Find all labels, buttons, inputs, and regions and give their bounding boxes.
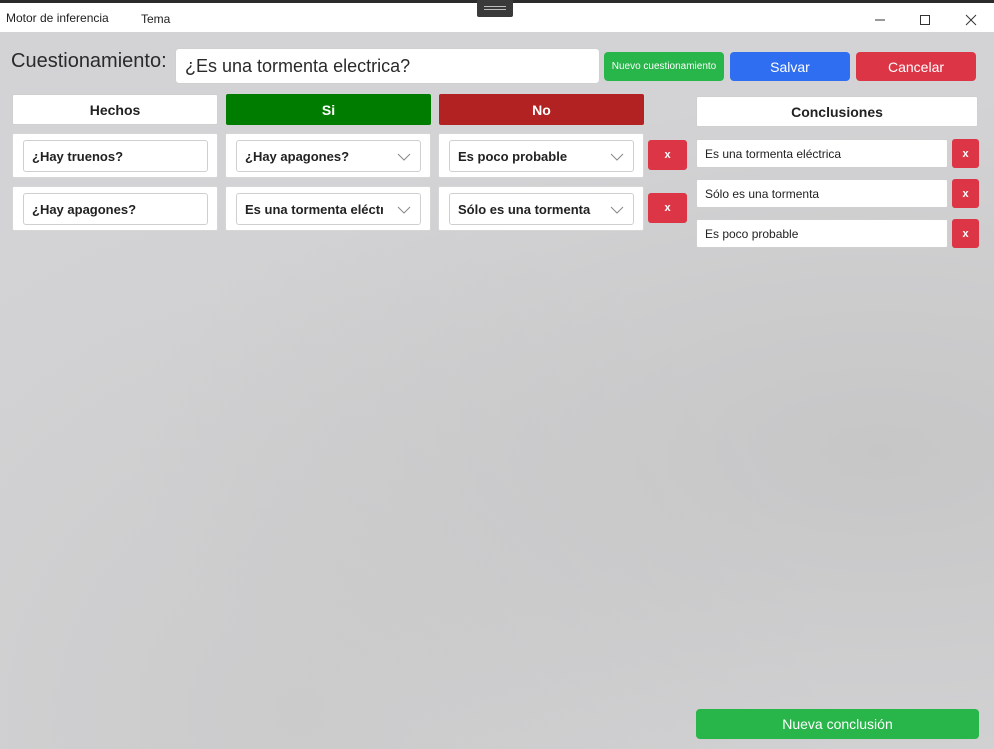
maximize-icon [920,15,930,25]
remove-conclusion-button[interactable]: x [952,139,979,168]
hecho-input[interactable]: ¿Hay truenos? [23,140,208,172]
cancel-button[interactable]: Cancelar [856,52,976,81]
si-select[interactable]: Es una tormenta eléctrica [236,193,421,225]
chevron-down-icon [610,206,624,214]
title-bar: Motor de inferencia Tema [0,0,994,32]
save-button[interactable]: Salvar [730,52,850,81]
rule-row-1-hecho-cell: ¿Hay truenos? [12,133,218,178]
question-input[interactable] [175,48,600,84]
hecho-text: ¿Hay apagones? [32,201,137,217]
remove-conclusion-button[interactable]: x [952,219,979,248]
conclusion-input[interactable]: Sólo es una tormenta [696,179,948,208]
new-question-button[interactable]: Nuevo cuestionamiento [604,52,724,81]
rule-row-1-si-cell: ¿Hay apagones? [225,133,431,178]
rule-row-2-si-cell: Es una tormenta eléctrica [225,186,431,231]
close-icon [965,14,977,26]
chevron-down-icon [610,153,624,161]
hecho-text: ¿Hay truenos? [32,148,124,164]
remove-conclusion-button[interactable]: x [952,179,979,208]
chevron-down-icon [397,206,411,214]
chevron-down-icon [397,153,411,161]
conclusion-input[interactable]: Es una tormenta eléctrica [696,139,948,168]
header-si: Si [226,94,431,125]
header-hechos: Hechos [12,94,218,125]
si-select[interactable]: ¿Hay apagones? [236,140,421,172]
no-value: Sólo es una tormenta [458,201,591,217]
no-select[interactable]: Es poco probable [449,140,634,172]
remove-rule-button[interactable]: x [648,193,687,223]
question-label: Cuestionamiento: [11,50,167,72]
window-title: Motor de inferencia [6,11,109,25]
drag-handle[interactable] [477,0,513,17]
remove-rule-button[interactable]: x [648,140,687,170]
si-value: Es una tormenta eléctrica [245,201,383,217]
header-no: No [439,94,644,125]
minimize-icon [875,19,885,21]
rule-row-2-hecho-cell: ¿Hay apagones? [12,186,218,231]
close-button[interactable] [948,7,994,33]
rule-row-2-no-cell: Sólo es una tormenta [438,186,644,231]
no-select[interactable]: Sólo es una tormenta [449,193,634,225]
no-value: Es poco probable [458,148,568,164]
header-conclusiones: Conclusiones [696,96,978,127]
rule-row-1-no-cell: Es poco probable [438,133,644,178]
maximize-button[interactable] [902,7,948,33]
conclusion-input[interactable]: Es poco probable [696,219,948,248]
si-value: ¿Hay apagones? [245,148,350,164]
new-conclusion-button[interactable]: Nueva conclusión [696,709,979,739]
minimize-button[interactable] [857,7,903,33]
menu-tema[interactable]: Tema [141,12,170,26]
hecho-input[interactable]: ¿Hay apagones? [23,193,208,225]
